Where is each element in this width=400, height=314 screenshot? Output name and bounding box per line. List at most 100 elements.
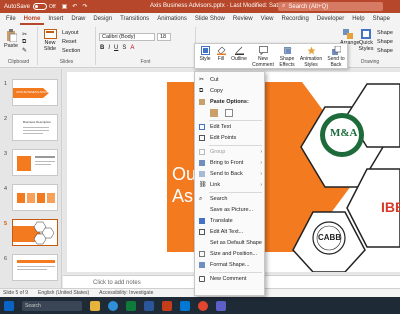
outlook-icon[interactable] xyxy=(180,300,190,311)
menu-item-edit-text[interactable]: Edit Text xyxy=(195,122,266,132)
tab-home[interactable]: Home xyxy=(19,13,45,25)
start-icon[interactable] xyxy=(4,300,14,311)
slides-label: Slides xyxy=(59,59,74,65)
section-button[interactable]: Section xyxy=(62,48,80,54)
chrome-icon[interactable] xyxy=(198,300,208,311)
paste-button[interactable]: Paste xyxy=(3,29,19,49)
cut-icon[interactable]: ✂ xyxy=(22,31,27,38)
thumbnail-row[interactable]: 5 xyxy=(0,219,62,251)
fill-button[interactable]: Fill xyxy=(215,46,227,62)
menu-item-copy[interactable]: ⧉ Copy xyxy=(195,86,266,96)
thumbnail-row[interactable]: 3 xyxy=(0,149,62,181)
menu-item-cut[interactable]: ✂ Cut xyxy=(195,75,266,85)
slide-title-text[interactable]: Ou As xyxy=(172,163,196,207)
menu-item-bring-to-front[interactable]: Bring to Front › xyxy=(195,158,266,168)
chevron-right-icon: › xyxy=(260,171,262,177)
layout-button[interactable]: Layout xyxy=(62,30,79,36)
thumbnail-row[interactable]: 6 xyxy=(0,254,62,286)
tab-help[interactable]: Help xyxy=(348,13,368,25)
powerpoint-icon[interactable] xyxy=(162,300,172,311)
redo-icon[interactable]: ↷ xyxy=(82,3,87,10)
tab-transitions[interactable]: Transitions xyxy=(116,13,153,25)
tab-file[interactable]: File xyxy=(2,13,20,25)
menu-item-paste-options: Paste Options: xyxy=(195,97,266,107)
slide-thumbnail[interactable]: Business Description xyxy=(12,114,58,141)
tab-animations[interactable]: Animations xyxy=(153,13,191,25)
menu-item-new-comment[interactable]: New Comment xyxy=(195,274,266,284)
ma-logo-text: M&A xyxy=(330,127,358,139)
slides-group: New Slide Layout Reset Section Slides xyxy=(38,27,96,65)
excel-icon[interactable] xyxy=(126,300,136,311)
autosave-toggle[interactable] xyxy=(33,3,48,10)
context-menu: ✂ Cut ⧉ Copy Paste Options: Edit Text Ed… xyxy=(194,71,265,296)
slide-thumbnail[interactable] xyxy=(12,184,58,211)
thumbnail-row[interactable]: 4 xyxy=(0,184,62,216)
copy-icon[interactable]: ⧉ xyxy=(22,39,26,46)
slide-count: Slide 5 of 9 xyxy=(3,290,29,296)
edge-icon[interactable] xyxy=(108,300,118,311)
thumbnail-title: AXIS BUSINESS ADVISORS xyxy=(16,90,56,94)
autosave-label: AutoSave xyxy=(4,3,31,10)
reset-button[interactable]: Reset xyxy=(62,39,76,45)
menu-item-send-to-back[interactable]: Send to Back › xyxy=(195,169,266,179)
outline-button[interactable]: Outline xyxy=(230,46,248,62)
accessibility-indicator[interactable]: Accessibility: Investigate xyxy=(99,290,153,296)
word-icon[interactable] xyxy=(144,300,154,311)
tab-draw[interactable]: Draw xyxy=(67,13,89,25)
font-color-button[interactable]: A xyxy=(130,45,134,51)
menu-item-format-shape[interactable]: Format Shape... xyxy=(195,260,266,270)
slide-thumbnail[interactable] xyxy=(12,254,58,281)
search-box[interactable]: ⌕ Search (Alt+Q) xyxy=(278,2,383,11)
menu-item-set-default-shape[interactable]: Set as Default Shape xyxy=(195,238,266,248)
thumbnail-row[interactable]: 1 AXIS BUSINESS ADVISORS xyxy=(0,79,62,111)
undo-icon[interactable]: ↶ xyxy=(72,3,77,10)
slide-thumbnail[interactable]: AXIS BUSINESS ADVISORS xyxy=(12,79,58,106)
bold-button[interactable]: B xyxy=(100,45,104,51)
edit-points-icon xyxy=(199,135,205,141)
slide-thumbnail[interactable] xyxy=(12,149,58,176)
font-name-select[interactable]: Calibri (Body) xyxy=(99,33,155,41)
menu-item-link[interactable]: ⛓ Link › xyxy=(195,180,266,190)
quick-styles-button[interactable]: Quick Styles xyxy=(357,29,375,52)
clipboard-label: Clipboard xyxy=(7,59,30,65)
cabb-logo-text: CABB xyxy=(318,233,342,242)
paste-picture-icon[interactable] xyxy=(225,109,233,117)
tab-shape[interactable]: Shape xyxy=(369,13,394,25)
tab-view[interactable]: View xyxy=(257,13,278,25)
style-button[interactable]: Style xyxy=(198,46,212,62)
tab-developer[interactable]: Developer xyxy=(313,13,348,25)
italic-button[interactable]: I xyxy=(108,45,110,51)
save-icon[interactable]: ▣ xyxy=(62,3,68,10)
menu-item-save-as-picture[interactable]: Save as Picture... xyxy=(195,205,266,215)
send-to-back-mini-button[interactable]: Send to Back xyxy=(325,46,347,68)
tab-slide-show[interactable]: Slide Show xyxy=(191,13,229,25)
menu-item-search[interactable]: ⌕ Search xyxy=(195,194,266,204)
paste-keep-format-icon[interactable] xyxy=(210,109,218,117)
menu-item-edit-points[interactable]: Edit Points xyxy=(195,133,266,143)
slide-thumbnail-selected[interactable] xyxy=(12,219,58,246)
tab-insert[interactable]: Insert xyxy=(44,13,67,25)
thumbnail-row[interactable]: 2 Business Description xyxy=(0,114,62,146)
new-comment-button[interactable]: New Comment xyxy=(252,46,274,68)
file-explorer-icon[interactable] xyxy=(90,300,100,311)
language-indicator[interactable]: English (United States) xyxy=(38,290,89,296)
format-painter-icon[interactable]: ✎ xyxy=(22,47,27,54)
new-slide-button[interactable]: New Slide xyxy=(41,29,59,52)
shape-effects-mini-button[interactable]: Shape Effects xyxy=(277,46,297,68)
teams-icon[interactable] xyxy=(216,300,226,311)
strikethrough-button[interactable]: S xyxy=(122,45,126,51)
tab-review[interactable]: Review xyxy=(229,13,257,25)
menu-item-translate[interactable]: Translate xyxy=(195,216,266,226)
shape-outline-button[interactable]: Shape xyxy=(377,39,393,45)
font-size-select[interactable]: 18 xyxy=(157,33,171,41)
autosave-toggle-state: Off xyxy=(49,3,56,10)
menu-item-edit-alt-text[interactable]: Edit Alt Text... xyxy=(195,227,266,237)
taskbar-search[interactable]: Search xyxy=(22,300,82,311)
tab-design[interactable]: Design xyxy=(89,13,116,25)
tab-recording[interactable]: Recording xyxy=(278,13,313,25)
menu-item-size-position[interactable]: Size and Position... xyxy=(195,249,266,259)
underline-button[interactable]: U xyxy=(114,45,118,51)
animation-styles-button[interactable]: Animation Styles xyxy=(299,46,323,68)
shape-fill-button[interactable]: Shape xyxy=(377,30,393,36)
shape-effects-button[interactable]: Shape xyxy=(377,48,393,54)
